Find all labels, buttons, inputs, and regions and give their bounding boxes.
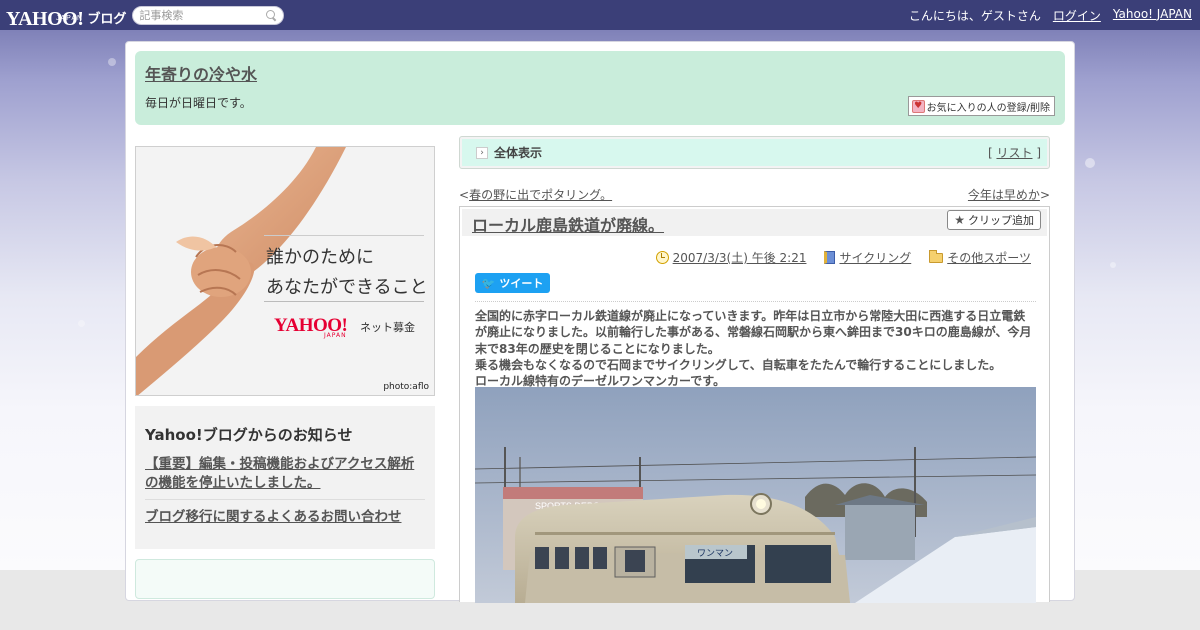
article-title-link[interactable]: ローカル鹿島鉄道が廃線。	[472, 212, 664, 236]
clip-button-label: クリップ追加	[968, 214, 1034, 227]
favorite-button-label: お気に入りの人の登録/削除	[926, 102, 1050, 114]
yahoo-logo-japan: JAPAN	[56, 15, 84, 22]
tab-all-view[interactable]: 全体表示	[494, 144, 542, 161]
ad-photo-credit: photo:aflo	[383, 382, 429, 392]
article-paragraph: 乗る機会もなくなるので石岡までサイクリングして、自転車をたたんで輪行することにし…	[475, 357, 1002, 372]
folder-icon	[929, 249, 944, 263]
ad-line-2: あなたができること	[266, 277, 428, 298]
list-view-link[interactable]: リスト	[996, 146, 1032, 160]
search-icon[interactable]	[266, 9, 277, 21]
heart-icon: ♥	[911, 99, 925, 113]
search-input[interactable]	[139, 8, 260, 22]
star-icon: ★	[954, 213, 965, 227]
ad-line-1: 誰かのために	[266, 247, 374, 268]
favorite-register-button[interactable]: ♥ お気に入りの人の登録/削除	[907, 96, 1055, 116]
prev-article-link[interactable]: 春の野に出でポタリング。	[469, 188, 612, 202]
top-navigation-bar: YAHOO! JAPAN ブログ こんにちは、ゲストさん ログイン Yahoo!…	[0, 0, 1200, 30]
tweet-label: ツイート	[499, 277, 544, 290]
user-links: こんにちは、ゲストさん ログイン Yahoo! JAPAN	[909, 7, 1192, 24]
article-meta: 2007/3/3(土) 午後 2:21 サイクリング その他スポーツ	[655, 249, 1031, 266]
blog-description: 毎日が日曜日です。	[145, 96, 252, 110]
article-pager: <春の野に出でポタリング。 今年は早めか>	[459, 188, 1050, 202]
book-icon	[824, 251, 836, 264]
notice-item-link[interactable]: 【重要】編集・投稿機能およびアクセス解析の機能を停止いたしました。	[145, 455, 425, 499]
list-view-toggle: [ リスト ]	[987, 146, 1041, 160]
train-photo[interactable]: SPORTS DEPO ワンマン	[475, 387, 1036, 603]
train-oneman-sign: ワンマン	[697, 549, 733, 559]
notice-heading: Yahoo!ブログからのお知らせ	[145, 426, 353, 444]
clock-icon	[655, 251, 669, 264]
article-header: ローカル鹿島鉄道が廃線。 ★ クリップ追加	[462, 209, 1047, 236]
ad-service-name: ネット募金	[360, 321, 415, 334]
next-article-link[interactable]: 今年は早めか	[968, 188, 1040, 202]
blog-header: 年寄りの冷や水 毎日が日曜日です。 ♥ お気に入りの人の登録/削除	[135, 51, 1065, 125]
login-link[interactable]: ログイン	[1053, 7, 1101, 24]
subcategory-link[interactable]: その他スポーツ	[947, 249, 1031, 266]
tweet-button[interactable]: 🐦 ツイート	[475, 273, 550, 293]
hands-illustration	[136, 147, 346, 395]
article-body: 全国的に赤字ローカル鉄道線が廃止になっていきます。昨年は日立市から常陸大田に西進…	[475, 301, 1036, 389]
notice-divider	[145, 499, 425, 500]
clip-add-button[interactable]: ★ クリップ追加	[947, 210, 1041, 230]
donation-ad-banner[interactable]: 誰かのために あなたができること YAHOO! JAPAN ネット募金 phot…	[135, 146, 435, 396]
search-box	[132, 5, 285, 25]
twitter-bird-icon: 🐦	[481, 276, 496, 290]
sidebar-box	[135, 559, 435, 599]
article-datetime-link[interactable]: 2007/3/3(土) 午後 2:21	[673, 249, 807, 266]
yahoo-japan-link[interactable]: Yahoo! JAPAN	[1113, 7, 1192, 24]
yahoo-blog-logo[interactable]: YAHOO! JAPAN ブログ	[6, 2, 127, 29]
chevron-right-icon: ›	[476, 146, 488, 159]
greeting-text: こんにちは、ゲストさん	[908, 8, 1041, 23]
blog-notice-box: Yahoo!ブログからのお知らせ 【重要】編集・投稿機能およびアクセス解析の機能…	[135, 406, 435, 549]
notice-item-link[interactable]: ブログ移行に関するよくあるお問い合わせ	[145, 508, 425, 533]
ad-yahoo-japan: JAPAN	[324, 332, 347, 339]
blog-logo-text: ブログ	[87, 12, 127, 27]
view-mode-bar: › 全体表示 [ リスト ]	[459, 136, 1050, 169]
category-link[interactable]: サイクリング	[839, 249, 911, 266]
blog-page-container: 年寄りの冷や水 毎日が日曜日です。 ♥ お気に入りの人の登録/削除 誰かのために…	[125, 41, 1075, 603]
blog-article: ローカル鹿島鉄道が廃線。 ★ クリップ追加 2007/3/3(土) 午後 2:2…	[459, 206, 1050, 603]
blog-title-link[interactable]: 年寄りの冷や水	[145, 61, 257, 85]
article-paragraph: 全国的に赤字ローカル鉄道線が廃止になっていきます。昨年は日立市から常陸大田に西進…	[475, 309, 1032, 356]
